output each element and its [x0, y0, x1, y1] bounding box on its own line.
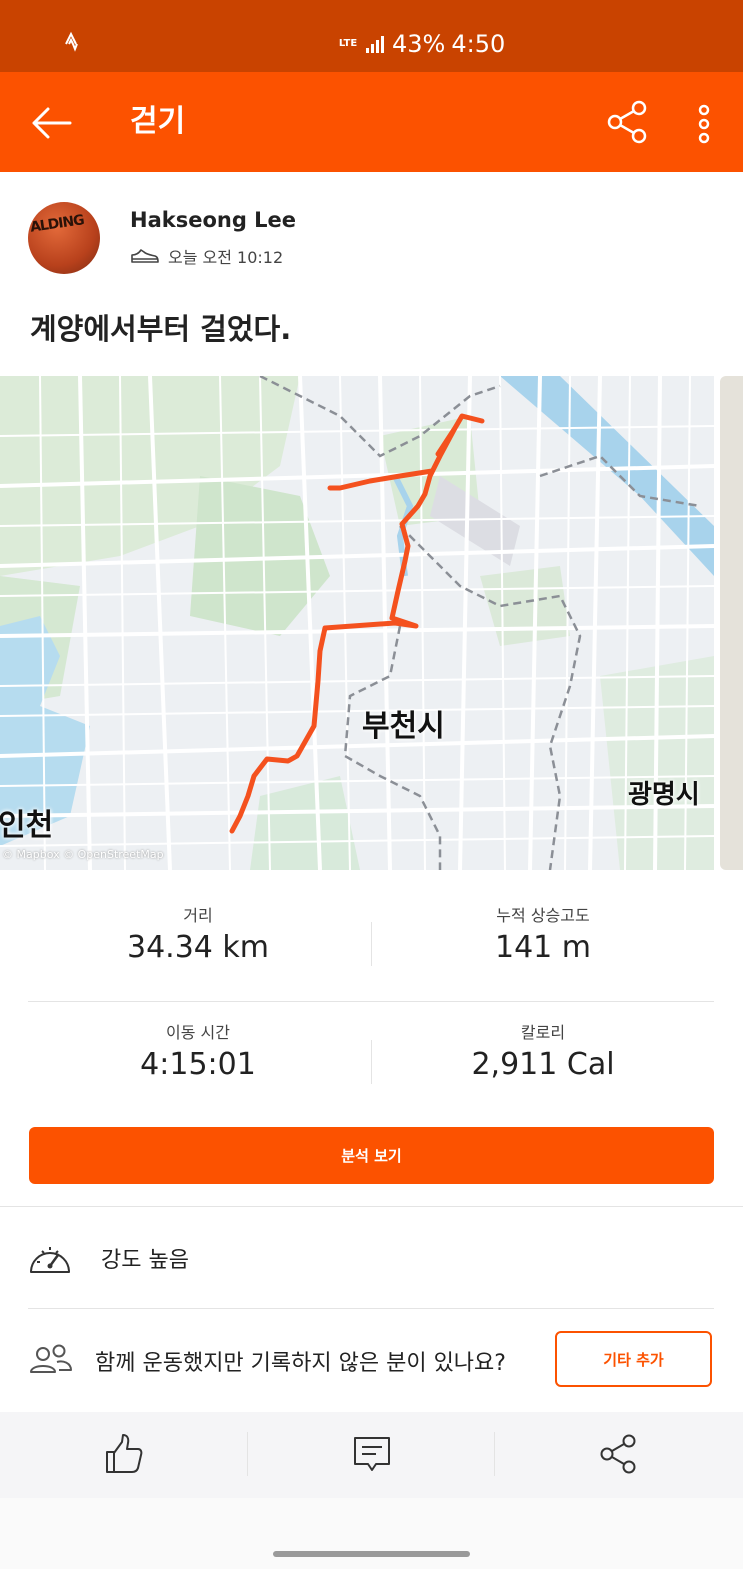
stat-moving-time: 이동 시간 4:15:01: [28, 1019, 368, 1082]
clock: 4:50: [451, 30, 506, 58]
route-map[interactable]: 부천시 광명시 인천: [0, 376, 714, 870]
stat-value: 141 m: [494, 930, 592, 965]
stat-calories: 칼로리 2,911 Cal: [373, 1019, 713, 1082]
stat-value: 2,911 Cal: [471, 1047, 615, 1082]
network-type: LTE: [338, 38, 358, 49]
stat-value: 4:15:01: [140, 1047, 256, 1082]
divider: [371, 1040, 372, 1084]
activity-meta: 오늘 오전 10:12: [130, 244, 283, 268]
divider: [494, 1432, 495, 1476]
map-label-bucheon: 부천시: [362, 709, 445, 744]
intensity-label[interactable]: 강도 높음: [101, 1242, 189, 1274]
map-label-gwangmyeong: 광명시: [628, 780, 700, 810]
divider: [28, 1308, 714, 1309]
map-canvas: [0, 376, 714, 870]
stat-value: 34.34 km: [126, 930, 270, 965]
divider: [0, 1206, 743, 1207]
divider: [371, 922, 372, 966]
share-icon[interactable]: [605, 100, 649, 144]
comment-icon[interactable]: [350, 1432, 394, 1476]
map-label-incheon: 인천: [0, 808, 54, 843]
thumbs-up-icon[interactable]: [102, 1432, 146, 1476]
gauge-icon: [30, 1247, 70, 1273]
stat-label: 거리: [183, 906, 213, 925]
app-bar: 걷기: [0, 72, 743, 172]
divider: [247, 1432, 248, 1476]
activity-title: 계양에서부터 걸었다.: [30, 312, 292, 346]
avatar-logo-text: ALDING: [29, 212, 85, 236]
arrow-left-icon[interactable]: [30, 102, 72, 144]
battery-level: 43%: [392, 30, 446, 58]
action-bar: [0, 1412, 743, 1498]
divider: [28, 1001, 714, 1002]
status-bar: LTE 43% 4:50: [0, 0, 743, 72]
avatar[interactable]: ALDING: [28, 202, 100, 274]
home-indicator[interactable]: [273, 1551, 470, 1557]
stat-label: 누적 상승고도: [496, 906, 590, 925]
status-indicators: LTE 43% 4:50: [338, 30, 505, 58]
stat-elevation: 누적 상승고도 141 m: [373, 902, 713, 965]
system-navigation: [0, 1498, 743, 1569]
page-title: 걷기: [130, 104, 186, 139]
activity-timestamp: 오늘 오전 10:12: [168, 248, 284, 267]
map-side-peek[interactable]: [720, 376, 743, 870]
more-vertical-icon[interactable]: [690, 102, 718, 146]
signal-icon: [366, 36, 384, 53]
add-others-prompt: 함께 운동했지만 기록하지 않은 분이 있나요?: [95, 1351, 506, 1376]
view-analysis-button[interactable]: 분석 보기: [29, 1127, 714, 1184]
add-others-button[interactable]: 기타 추가: [555, 1331, 712, 1387]
stat-label: 칼로리: [520, 1023, 566, 1042]
group-icon: [30, 1344, 72, 1373]
strava-notification-icon: [65, 31, 78, 52]
athlete-name[interactable]: Hakseong Lee: [130, 208, 296, 232]
share-icon[interactable]: [597, 1432, 641, 1476]
map-attribution[interactable]: © Mapbox © OpenStreetMap: [2, 848, 164, 861]
stat-label: 이동 시간: [166, 1023, 230, 1042]
shoe-icon: [131, 249, 159, 263]
stat-distance: 거리 34.34 km: [28, 902, 368, 965]
